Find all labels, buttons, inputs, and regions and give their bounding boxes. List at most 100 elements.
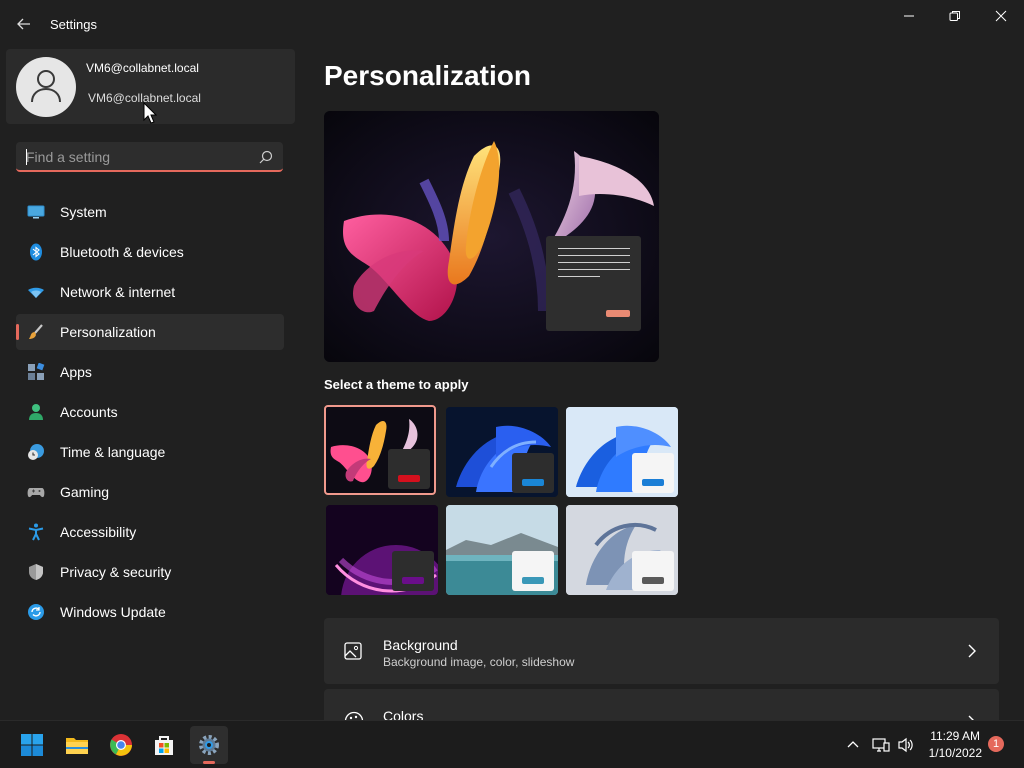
start-icon [21,734,43,756]
sidebar-item-label: Accessibility [60,524,137,540]
accessibility-icon [28,523,44,541]
back-arrow-icon [17,18,30,30]
close-button[interactable] [978,6,1024,28]
preview-text-line [558,276,600,277]
sidebar-item-label: Accounts [60,404,118,420]
taskbar-settings[interactable] [190,726,228,764]
profile-username: VM6@collabnet.local [86,61,199,75]
bluetooth-icon [30,243,42,261]
sidebar-item-label: Apps [60,364,92,380]
sidebar-item-label: Personalization [60,324,156,340]
theme-thumbnail-glow[interactable] [324,405,436,495]
restore-icon [949,11,960,21]
preview-window-mockup [546,236,641,331]
preview-text-line [558,255,630,256]
sidebar-item-accessibility[interactable]: Accessibility [16,514,284,550]
sidebar-item-label: Windows Update [60,604,166,620]
search-input[interactable]: Find a setting [26,149,110,165]
theme-thumbnail-bloom-dark[interactable] [446,407,558,497]
brush-icon [29,324,43,339]
gamepad-icon [27,488,45,498]
close-icon [995,10,1007,22]
update-icon [28,604,44,620]
chevron-right-icon [968,644,976,658]
clock-date[interactable]: 1/10/2022 [925,746,982,760]
sidebar-item-label: Gaming [60,484,110,500]
picture-icon [344,642,362,660]
avatar [16,57,76,117]
mouse-cursor-icon [143,102,157,124]
file-explorer-icon [66,738,88,754]
theme-thumbnail-flow[interactable] [566,505,678,595]
theme-thumbnail-sunrise[interactable] [446,505,558,595]
theme-window-swatch [512,551,554,591]
theme-accent-swatch [642,577,664,584]
sidebar-item-label: Time & language [60,444,166,460]
theme-window-swatch [388,449,430,489]
theme-window-swatch [512,453,554,493]
accounts-icon [29,404,43,420]
sidebar-item-label: Bluetooth & devices [60,244,184,260]
sidebar-item-label: System [60,204,107,220]
card-subtitle: Background image, color, slideshow [383,655,575,669]
palette-icon [344,711,364,720]
search-box[interactable]: Find a setting [16,142,283,172]
notification-badge[interactable]: 1 [988,736,1004,752]
theme-thumbnail-captured-motion[interactable] [326,505,438,595]
preview-text-line [558,262,630,263]
themes-heading: Select a theme to apply [324,377,469,392]
volume-icon[interactable] [897,737,915,753]
settings-gear-icon [199,735,219,755]
sidebar-item-accounts[interactable]: Accounts [16,394,284,430]
theme-window-swatch [392,551,434,591]
sidebar-nav: System Bluetooth & devices Network & int… [16,194,284,634]
clock-time[interactable]: 11:29 AM [930,729,980,743]
apps-icon [28,363,45,380]
start-button[interactable] [13,726,51,764]
sidebar-item-label: Network & internet [60,284,176,300]
card-title: Background [383,637,458,653]
minimize-icon [904,15,914,17]
user-icon [31,70,61,103]
theme-accent-swatch [522,577,544,584]
network-icon[interactable] [872,737,890,753]
theme-accent-swatch [398,475,420,482]
preview-text-line [558,269,630,270]
sidebar-item-label: Privacy & security [60,564,172,580]
minimize-button[interactable] [886,6,932,28]
back-button[interactable] [14,14,34,34]
taskbar-store[interactable] [145,726,183,764]
maximize-button[interactable] [932,6,978,28]
theme-accent-swatch [642,479,664,486]
theme-window-swatch [632,453,674,493]
taskbar-chrome[interactable] [102,726,140,764]
theme-thumbnail-bloom-light[interactable] [566,407,678,497]
sidebar-item-system[interactable]: System [16,194,284,230]
chrome-icon [110,734,132,756]
background-setting-card[interactable]: Background Background image, color, slid… [324,618,999,684]
taskbar-file-explorer[interactable] [58,726,96,764]
sidebar-item-bluetooth[interactable]: Bluetooth & devices [16,234,284,270]
sidebar-item-apps[interactable]: Apps [16,354,284,390]
colors-setting-card[interactable]: Colors [324,689,999,720]
page-title: Personalization [324,60,531,91]
chevron-up-icon[interactable] [846,737,860,751]
shield-icon [29,564,43,580]
wifi-icon [28,287,44,298]
taskbar: 11:29 AM 1/10/2022 [0,720,1024,768]
preview-text-line [558,248,630,249]
sidebar-item-gaming[interactable]: Gaming [16,474,284,510]
theme-preview [324,111,659,362]
active-app-indicator [203,761,215,764]
sidebar-item-network[interactable]: Network & internet [16,274,284,310]
system-icon [27,205,45,219]
sidebar-item-windows-update[interactable]: Windows Update [16,594,284,630]
preview-button [606,310,630,317]
app-title: Settings [50,17,97,32]
clock-globe-icon [28,444,44,460]
theme-accent-swatch [402,577,424,584]
sidebar-item-personalization[interactable]: Personalization [16,314,284,350]
sidebar-item-time-language[interactable]: Time & language [16,434,284,470]
sidebar-item-privacy[interactable]: Privacy & security [16,554,284,590]
store-icon [155,736,173,755]
